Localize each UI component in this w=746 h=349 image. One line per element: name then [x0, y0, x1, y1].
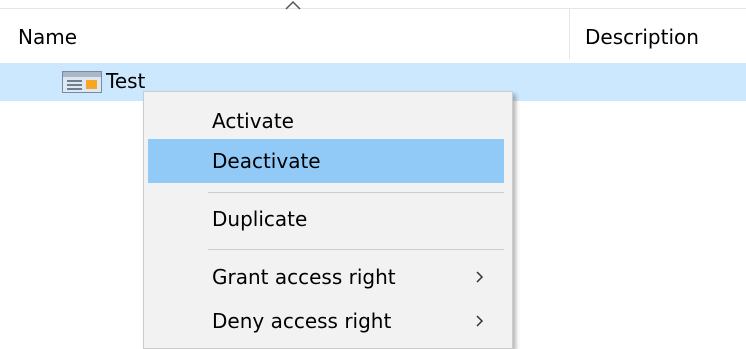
menu-separator [208, 249, 504, 250]
column-header-bar: Name Description [0, 0, 746, 59]
menu-item-label: Activate [212, 109, 294, 133]
menu-item-label: Deny access right [212, 309, 392, 333]
menu-item-label: Duplicate [212, 207, 308, 231]
context-menu: Activate Deactivate Duplicate Grant acce… [143, 91, 513, 349]
column-header-description[interactable]: Description [585, 24, 699, 50]
column-divider[interactable] [569, 9, 570, 59]
sort-ascending-icon[interactable] [285, 0, 301, 11]
chevron-right-icon [476, 315, 484, 327]
chevron-right-icon [476, 271, 484, 283]
menu-item-deny-access-right[interactable]: Deny access right [148, 299, 504, 343]
menu-item-deactivate[interactable]: Deactivate [148, 139, 504, 183]
menu-item-grant-access-right[interactable]: Grant access right [148, 255, 504, 299]
menu-item-label: Deactivate [212, 149, 321, 173]
window-icon [62, 71, 102, 93]
menu-item-duplicate[interactable]: Duplicate [148, 197, 504, 241]
menu-separator [208, 192, 504, 193]
menu-item-activate[interactable]: Activate [148, 99, 504, 143]
list-item-label: Test [106, 69, 146, 93]
column-header-name[interactable]: Name [18, 24, 77, 50]
explorer-list-view: Name Description Test Activate Deactivat… [0, 0, 746, 349]
menu-item-label: Grant access right [212, 265, 396, 289]
